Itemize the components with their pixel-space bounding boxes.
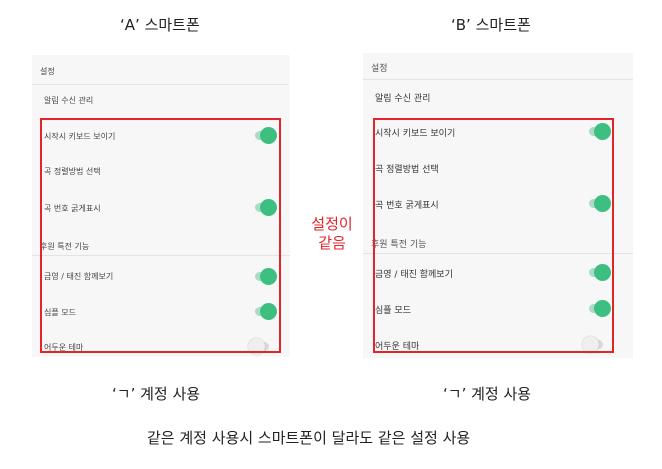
settings-section-title: 설정 [40,67,55,76]
divider [363,79,633,80]
highlight-box-a [40,118,281,353]
annotation-line-1: 설정이 [311,215,353,233]
settings-section-title: 설정 [371,64,388,74]
phone-b-caption: ‘B’ 스마트폰 [451,16,531,34]
annotation-line-2: 같음 [318,234,346,252]
setting-notification-management[interactable]: 알림 수신 관리 [375,91,430,104]
account-a-caption: ‘ㄱ’ 계정 사용 [112,385,201,403]
account-b-caption: ‘ㄱ’ 계정 사용 [443,385,532,403]
summary-caption: 같은 계정 사용시 스마트폰이 달라도 같은 설정 사용 [147,429,471,447]
same-settings-annotation: 설정이 같음 [297,215,367,253]
divider [32,84,288,85]
phone-a-caption: ‘A’ 스마트폰 [120,16,200,34]
highlight-box-b [373,118,614,353]
setting-notification-management[interactable]: 알림 수신 관리 [44,95,93,106]
